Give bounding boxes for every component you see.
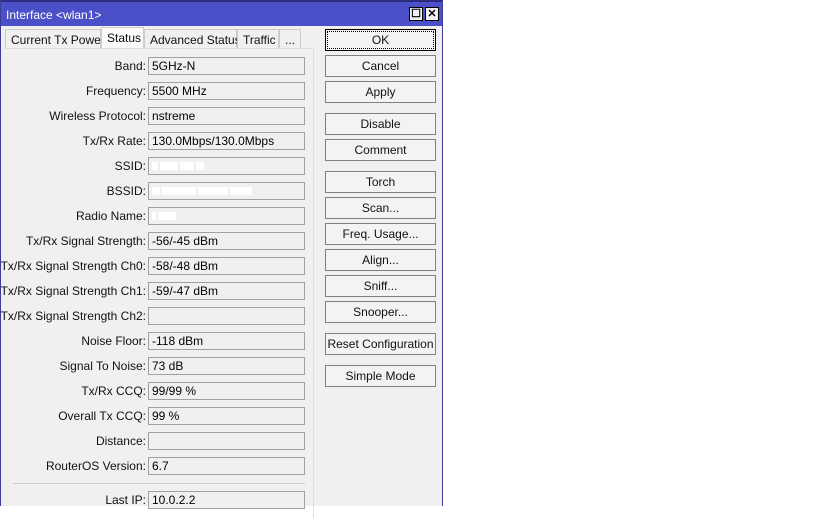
field-label: Band: <box>114 59 146 73</box>
simple-mode-button[interactable]: Simple Mode <box>325 365 436 387</box>
field-row-routeros-version: RouterOS Version: 6.7 <box>5 457 314 475</box>
torch-button[interactable]: Torch <box>325 171 436 193</box>
field-label: Overall Tx CCQ: <box>58 409 146 423</box>
field-row-tx-rx-ccq: Tx/Rx CCQ: 99/99 % <box>5 382 314 400</box>
field-row-tx-rx-signal-strength-ch2: Tx/Rx Signal Strength Ch2: <box>1 307 314 325</box>
field-label: SSID: <box>114 159 146 173</box>
freq-usage-button[interactable]: Freq. Usage... <box>325 223 436 245</box>
scan-button[interactable]: Scan... <box>325 197 436 219</box>
redacted-value <box>148 157 305 175</box>
field-label: BSSID: <box>106 184 146 198</box>
field-row-tx-rx-signal-strength-ch1: Tx/Rx Signal Strength Ch1: -59/-47 dBm <box>1 282 314 300</box>
apply-button[interactable]: Apply <box>325 81 436 103</box>
field-row-frequency: Frequency: 5500 MHz <box>5 82 314 100</box>
tx-rx-rate-field[interactable]: 130.0Mbps/130.0Mbps <box>148 132 305 150</box>
tab-more[interactable]: ... <box>279 29 301 48</box>
interface-window: Interface <wlan1> ☐ ✕ Current Tx Power St… <box>0 0 443 518</box>
noise-floor-field[interactable]: -118 dBm <box>148 332 305 350</box>
field-row-overall-tx-ccq: Overall Tx CCQ: 99 % <box>5 407 314 425</box>
field-row-distance: Distance: <box>5 432 314 450</box>
field-row-band: Band: 5GHz-N <box>5 57 314 75</box>
field-label: Tx/Rx Signal Strength Ch1: <box>0 284 146 298</box>
field-row-tx-rx-signal-strength-ch0: Tx/Rx Signal Strength Ch0: -58/-48 dBm <box>1 257 314 275</box>
redacted-value <box>148 207 305 225</box>
field-label: RouterOS Version: <box>45 459 146 473</box>
close-icon[interactable]: ✕ <box>425 7 439 21</box>
field-label: Last IP: <box>105 493 146 507</box>
tab-current-tx-power[interactable]: Current Tx Power <box>5 29 105 48</box>
redacted-value <box>148 182 305 200</box>
field-label: Signal To Noise: <box>59 359 147 373</box>
distance-field[interactable] <box>148 432 305 450</box>
field-label: Tx/Rx Signal Strength Ch0: <box>0 259 146 273</box>
tab-status[interactable]: Status <box>101 27 144 49</box>
field-row-radio-name: Radio Name: <box>5 207 314 225</box>
tab-traffic[interactable]: Traffic <box>237 29 279 48</box>
field-row-wireless-protocol: Wireless Protocol: nstreme <box>5 107 314 125</box>
cancel-button[interactable]: Cancel <box>325 55 436 77</box>
field-label: Noise Floor: <box>81 334 146 348</box>
field-label: Radio Name: <box>75 209 146 223</box>
band-field[interactable]: 5GHz-N <box>148 57 305 75</box>
tx-rx-signal-strength-ch2-field[interactable] <box>148 307 305 325</box>
field-row-bssid: BSSID: <box>5 182 314 200</box>
field-label: Frequency: <box>85 84 146 98</box>
ok-button[interactable]: OK <box>325 29 436 51</box>
field-row-tx-rx-signal-strength: Tx/Rx Signal Strength: -56/-45 dBm <box>5 232 314 250</box>
wireless-protocol-field[interactable]: nstreme <box>148 107 305 125</box>
reset-configuration-button[interactable]: Reset Configuration <box>325 333 436 355</box>
last-ip-field[interactable]: 10.0.2.2 <box>148 491 305 509</box>
tx-rx-ccq-field[interactable]: 99/99 % <box>148 382 305 400</box>
field-label: Distance: <box>95 434 146 448</box>
field-row-last-ip: Last IP: 10.0.2.2 <box>5 491 314 509</box>
field-label: Tx/Rx Signal Strength Ch2: <box>0 309 146 323</box>
overall-tx-ccq-field[interactable]: 99 % <box>148 407 305 425</box>
field-label: Tx/Rx Rate: <box>82 134 146 148</box>
title-bar[interactable]: Interface <wlan1> ☐ ✕ <box>1 0 442 26</box>
tx-rx-signal-strength-ch0-field[interactable]: -58/-48 dBm <box>148 257 305 275</box>
align-button[interactable]: Align... <box>325 249 436 271</box>
separator <box>13 483 305 484</box>
status-panel: Band: 5GHz-N Frequency: 5500 MHz Wireless Pr… <box>1 48 314 518</box>
tx-rx-signal-strength-field[interactable]: -56/-45 dBm <box>148 232 305 250</box>
tx-rx-signal-strength-ch1-field[interactable]: -59/-47 dBm <box>148 282 305 300</box>
tab-advanced-status[interactable]: Advanced Status <box>144 29 241 48</box>
signal-to-noise-field[interactable]: 73 dB <box>148 357 305 375</box>
maximize-icon[interactable]: ☐ <box>409 7 423 21</box>
window-title: Interface <wlan1> <box>6 8 102 22</box>
field-row-tx-rx-rate: Tx/Rx Rate: 130.0Mbps/130.0Mbps <box>5 132 314 150</box>
field-row-signal-to-noise: Signal To Noise: 73 dB <box>5 357 314 375</box>
comment-button[interactable]: Comment <box>325 139 436 161</box>
field-row-ssid: SSID: <box>5 157 314 175</box>
field-label: Tx/Rx CCQ: <box>81 384 146 398</box>
disable-button[interactable]: Disable <box>325 113 436 135</box>
field-label: Tx/Rx Signal Strength: <box>25 234 146 248</box>
snooper-button[interactable]: Snooper... <box>325 301 436 323</box>
field-row-noise-floor: Noise Floor: -118 dBm <box>5 332 314 350</box>
frequency-field[interactable]: 5500 MHz <box>148 82 305 100</box>
routeros-version-field[interactable]: 6.7 <box>148 457 305 475</box>
sniff-button[interactable]: Sniff... <box>325 275 436 297</box>
field-label: Wireless Protocol: <box>49 109 146 123</box>
